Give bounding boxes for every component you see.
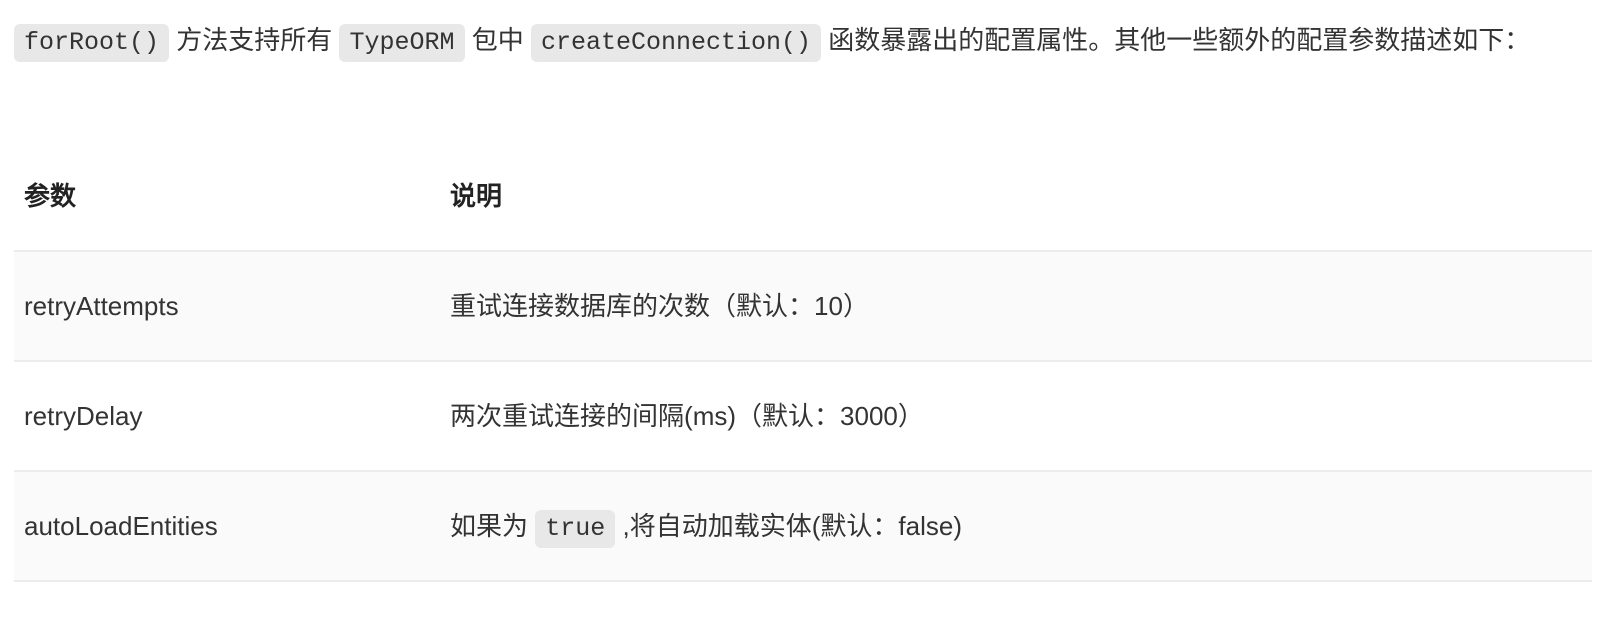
code-true: true xyxy=(535,510,615,548)
desc-text: 两次重试连接的间隔(ms)（默认：3000） xyxy=(450,401,924,431)
table-row: retryAttempts 重试连接数据库的次数（默认：10） xyxy=(14,251,1592,361)
table-row: autoLoadEntities 如果为 true ,将自动加载实体(默认：fa… xyxy=(14,471,1592,581)
cell-param: retryAttempts xyxy=(14,251,440,361)
document-page: forRoot() 方法支持所有 TypeORM 包中 createConnec… xyxy=(0,0,1606,622)
intro-text-2: 包中 xyxy=(465,25,531,55)
code-createconnection: createConnection() xyxy=(531,24,821,62)
header-desc: 说明 xyxy=(440,154,1592,251)
params-table: 参数 说明 retryAttempts 重试连接数据库的次数（默认：10） re… xyxy=(14,154,1592,582)
intro-text-1: 方法支持所有 xyxy=(169,25,339,55)
desc-text: 重试连接数据库的次数（默认：10） xyxy=(450,291,869,321)
table-header-row: 参数 说明 xyxy=(14,154,1592,251)
cell-desc: 如果为 true ,将自动加载实体(默认：false) xyxy=(440,471,1592,581)
cell-param: autoLoadEntities xyxy=(14,471,440,581)
table-row: retryDelay 两次重试连接的间隔(ms)（默认：3000） xyxy=(14,361,1592,471)
cell-desc: 两次重试连接的间隔(ms)（默认：3000） xyxy=(440,361,1592,471)
desc-text-post: ,将自动加载实体(默认：false) xyxy=(615,511,962,541)
code-typeorm: TypeORM xyxy=(339,24,464,62)
cell-desc: 重试连接数据库的次数（默认：10） xyxy=(440,251,1592,361)
intro-text-3: 函数暴露出的配置属性。其他一些额外的配置参数描述如下： xyxy=(821,25,1530,55)
intro-paragraph: forRoot() 方法支持所有 TypeORM 包中 createConnec… xyxy=(14,16,1592,64)
header-param: 参数 xyxy=(14,154,440,251)
desc-text-pre: 如果为 xyxy=(450,511,535,541)
cell-param: retryDelay xyxy=(14,361,440,471)
code-forroot: forRoot() xyxy=(14,24,169,62)
